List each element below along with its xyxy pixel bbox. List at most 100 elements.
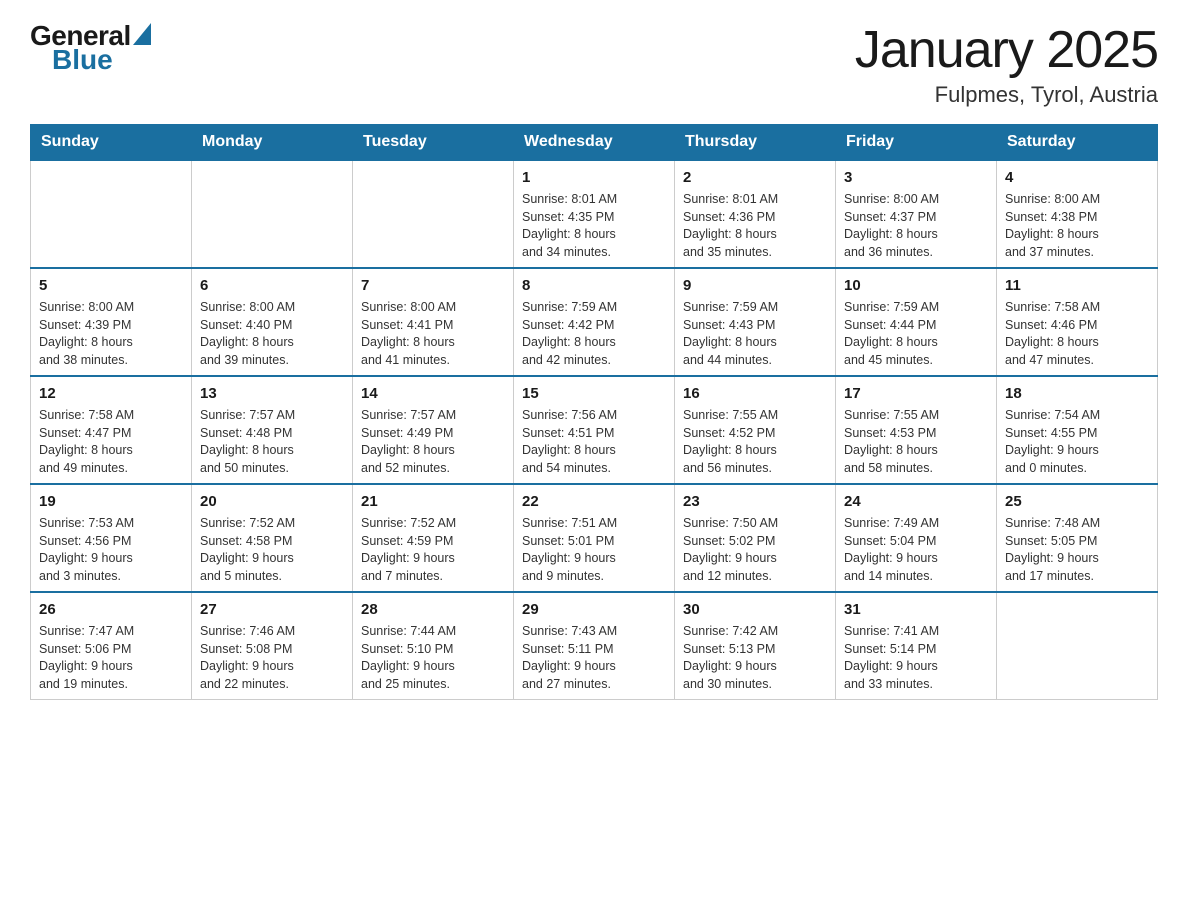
day-number: 31: [844, 599, 988, 620]
calendar-cell: [997, 592, 1158, 700]
day-info: Sunrise: 7:44 AMSunset: 5:10 PMDaylight:…: [361, 623, 505, 693]
day-info: Sunrise: 8:00 AMSunset: 4:38 PMDaylight:…: [1005, 191, 1149, 261]
day-info: Sunrise: 8:00 AMSunset: 4:40 PMDaylight:…: [200, 299, 344, 369]
calendar-cell: 10 Sunrise: 7:59 AMSunset: 4:44 PMDayligh…: [836, 268, 997, 376]
day-info: Sunrise: 7:57 AMSunset: 4:49 PMDaylight:…: [361, 407, 505, 477]
logo-blue-text: Blue: [52, 44, 113, 76]
day-info: Sunrise: 7:53 AMSunset: 4:56 PMDaylight:…: [39, 515, 183, 585]
day-number: 23: [683, 491, 827, 512]
day-number: 2: [683, 167, 827, 188]
day-number: 21: [361, 491, 505, 512]
calendar-week-3: 12 Sunrise: 7:58 AMSunset: 4:47 PMDayligh…: [31, 376, 1158, 484]
calendar-cell: 19 Sunrise: 7:53 AMSunset: 4:56 PMDayligh…: [31, 484, 192, 592]
day-number: 28: [361, 599, 505, 620]
calendar-header: SundayMondayTuesdayWednesdayThursdayFrid…: [31, 125, 1158, 161]
calendar-cell: 31 Sunrise: 7:41 AMSunset: 5:14 PMDayligh…: [836, 592, 997, 700]
day-info: Sunrise: 7:58 AMSunset: 4:47 PMDaylight:…: [39, 407, 183, 477]
day-number: 29: [522, 599, 666, 620]
calendar-table: SundayMondayTuesdayWednesdayThursdayFrid…: [30, 124, 1158, 700]
calendar-cell: 7Sunrise: 8:00 AMSunset: 4:41 PMDaylight…: [353, 268, 514, 376]
day-number: 16: [683, 383, 827, 404]
day-number: 15: [522, 383, 666, 404]
day-number: 30: [683, 599, 827, 620]
calendar-cell: 25Sunrise: 7:48 AMSunset: 5:05 PMDayligh…: [997, 484, 1158, 592]
day-info: Sunrise: 7:55 AMSunset: 4:52 PMDaylight:…: [683, 407, 827, 477]
day-info: Sunrise: 7:46 AMSunset: 5:08 PMDaylight:…: [200, 623, 344, 693]
calendar-cell: 16 Sunrise: 7:55 AMSunset: 4:52 PMDayligh…: [675, 376, 836, 484]
calendar-cell: 29Sunrise: 7:43 AMSunset: 5:11 PMDayligh…: [514, 592, 675, 700]
calendar-cell: 15Sunrise: 7:56 AMSunset: 4:51 PMDayligh…: [514, 376, 675, 484]
day-info: Sunrise: 8:00 AMSunset: 4:39 PMDaylight:…: [39, 299, 183, 369]
page-header: General Blue January 2025 Fulpmes, Tyrol…: [30, 20, 1158, 108]
day-number: 26: [39, 599, 183, 620]
calendar-cell: 30 Sunrise: 7:42 AMSunset: 5:13 PMDayligh…: [675, 592, 836, 700]
day-info: Sunrise: 7:50 AMSunset: 5:02 PMDaylight:…: [683, 515, 827, 585]
calendar-cell: 8Sunrise: 7:59 AMSunset: 4:42 PMDaylight…: [514, 268, 675, 376]
day-number: 4: [1005, 167, 1149, 188]
day-info: Sunrise: 7:52 AMSunset: 4:58 PMDaylight:…: [200, 515, 344, 585]
day-number: 17: [844, 383, 988, 404]
weekday-header-saturday: Saturday: [997, 125, 1158, 161]
day-number: 14: [361, 383, 505, 404]
weekday-header-monday: Monday: [192, 125, 353, 161]
calendar-cell: 24 Sunrise: 7:49 AMSunset: 5:04 PMDayligh…: [836, 484, 997, 592]
day-info: Sunrise: 8:00 AMSunset: 4:37 PMDaylight:…: [844, 191, 988, 261]
day-number: 6: [200, 275, 344, 296]
day-info: Sunrise: 7:59 AMSunset: 4:43 PMDaylight:…: [683, 299, 827, 369]
calendar-body: 1Sunrise: 8:01 AMSunset: 4:35 PMDaylight…: [31, 160, 1158, 700]
day-info: Sunrise: 7:59 AMSunset: 4:44 PMDaylight:…: [844, 299, 988, 369]
day-number: 13: [200, 383, 344, 404]
day-number: 24: [844, 491, 988, 512]
day-info: Sunrise: 8:01 AMSunset: 4:35 PMDaylight:…: [522, 191, 666, 261]
calendar-cell: 17 Sunrise: 7:55 AMSunset: 4:53 PMDayligh…: [836, 376, 997, 484]
day-number: 18: [1005, 383, 1149, 404]
calendar-cell: [192, 160, 353, 268]
calendar-cell: 28 Sunrise: 7:44 AMSunset: 5:10 PMDayligh…: [353, 592, 514, 700]
day-number: 20: [200, 491, 344, 512]
calendar-cell: 11 Sunrise: 7:58 AMSunset: 4:46 PMDayligh…: [997, 268, 1158, 376]
day-info: Sunrise: 7:58 AMSunset: 4:46 PMDaylight:…: [1005, 299, 1149, 369]
month-title: January 2025: [855, 20, 1158, 80]
calendar-cell: 21 Sunrise: 7:52 AMSunset: 4:59 PMDayligh…: [353, 484, 514, 592]
calendar-cell: 27Sunrise: 7:46 AMSunset: 5:08 PMDayligh…: [192, 592, 353, 700]
day-number: 22: [522, 491, 666, 512]
location-subtitle: Fulpmes, Tyrol, Austria: [855, 82, 1158, 108]
calendar-cell: 23 Sunrise: 7:50 AMSunset: 5:02 PMDayligh…: [675, 484, 836, 592]
calendar-cell: 5Sunrise: 8:00 AMSunset: 4:39 PMDaylight…: [31, 268, 192, 376]
weekday-header-tuesday: Tuesday: [353, 125, 514, 161]
day-info: Sunrise: 7:54 AMSunset: 4:55 PMDaylight:…: [1005, 407, 1149, 477]
calendar-cell: 22 Sunrise: 7:51 AMSunset: 5:01 PMDayligh…: [514, 484, 675, 592]
day-number: 3: [844, 167, 988, 188]
title-block: January 2025 Fulpmes, Tyrol, Austria: [855, 20, 1158, 108]
weekday-header-friday: Friday: [836, 125, 997, 161]
weekday-header-thursday: Thursday: [675, 125, 836, 161]
calendar-cell: [353, 160, 514, 268]
calendar-cell: 18 Sunrise: 7:54 AMSunset: 4:55 PMDayligh…: [997, 376, 1158, 484]
day-number: 10: [844, 275, 988, 296]
day-info: Sunrise: 7:57 AMSunset: 4:48 PMDaylight:…: [200, 407, 344, 477]
day-info: Sunrise: 7:49 AMSunset: 5:04 PMDaylight:…: [844, 515, 988, 585]
day-number: 19: [39, 491, 183, 512]
calendar-week-4: 19 Sunrise: 7:53 AMSunset: 4:56 PMDayligh…: [31, 484, 1158, 592]
calendar-cell: 13 Sunrise: 7:57 AMSunset: 4:48 PMDayligh…: [192, 376, 353, 484]
day-number: 9: [683, 275, 827, 296]
day-info: Sunrise: 7:55 AMSunset: 4:53 PMDaylight:…: [844, 407, 988, 477]
day-info: Sunrise: 7:41 AMSunset: 5:14 PMDaylight:…: [844, 623, 988, 693]
calendar-cell: 6 Sunrise: 8:00 AMSunset: 4:40 PMDaylight…: [192, 268, 353, 376]
day-info: Sunrise: 8:00 AMSunset: 4:41 PMDaylight:…: [361, 299, 505, 369]
day-number: 12: [39, 383, 183, 404]
day-info: Sunrise: 7:51 AMSunset: 5:01 PMDaylight:…: [522, 515, 666, 585]
calendar-cell: 26Sunrise: 7:47 AMSunset: 5:06 PMDayligh…: [31, 592, 192, 700]
weekday-header-row: SundayMondayTuesdayWednesdayThursdayFrid…: [31, 125, 1158, 161]
day-info: Sunrise: 7:42 AMSunset: 5:13 PMDaylight:…: [683, 623, 827, 693]
day-number: 25: [1005, 491, 1149, 512]
day-info: Sunrise: 8:01 AMSunset: 4:36 PMDaylight:…: [683, 191, 827, 261]
day-number: 11: [1005, 275, 1149, 296]
calendar-week-5: 26Sunrise: 7:47 AMSunset: 5:06 PMDayligh…: [31, 592, 1158, 700]
day-info: Sunrise: 7:52 AMSunset: 4:59 PMDaylight:…: [361, 515, 505, 585]
calendar-cell: 1Sunrise: 8:01 AMSunset: 4:35 PMDaylight…: [514, 160, 675, 268]
logo-triangle-icon: [133, 23, 151, 45]
calendar-cell: 14 Sunrise: 7:57 AMSunset: 4:49 PMDayligh…: [353, 376, 514, 484]
logo: General Blue: [30, 20, 151, 76]
day-number: 8: [522, 275, 666, 296]
